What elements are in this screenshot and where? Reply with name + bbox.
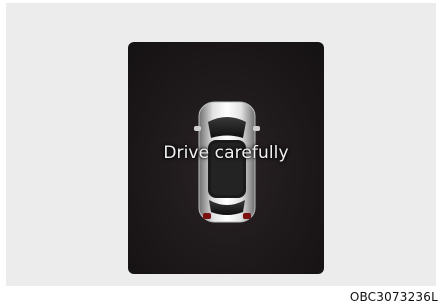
cluster-display-screen: Drive carefully (128, 42, 324, 274)
warning-message: Drive carefully (163, 143, 289, 163)
figure-code-label: OBC3073236L (349, 290, 438, 304)
